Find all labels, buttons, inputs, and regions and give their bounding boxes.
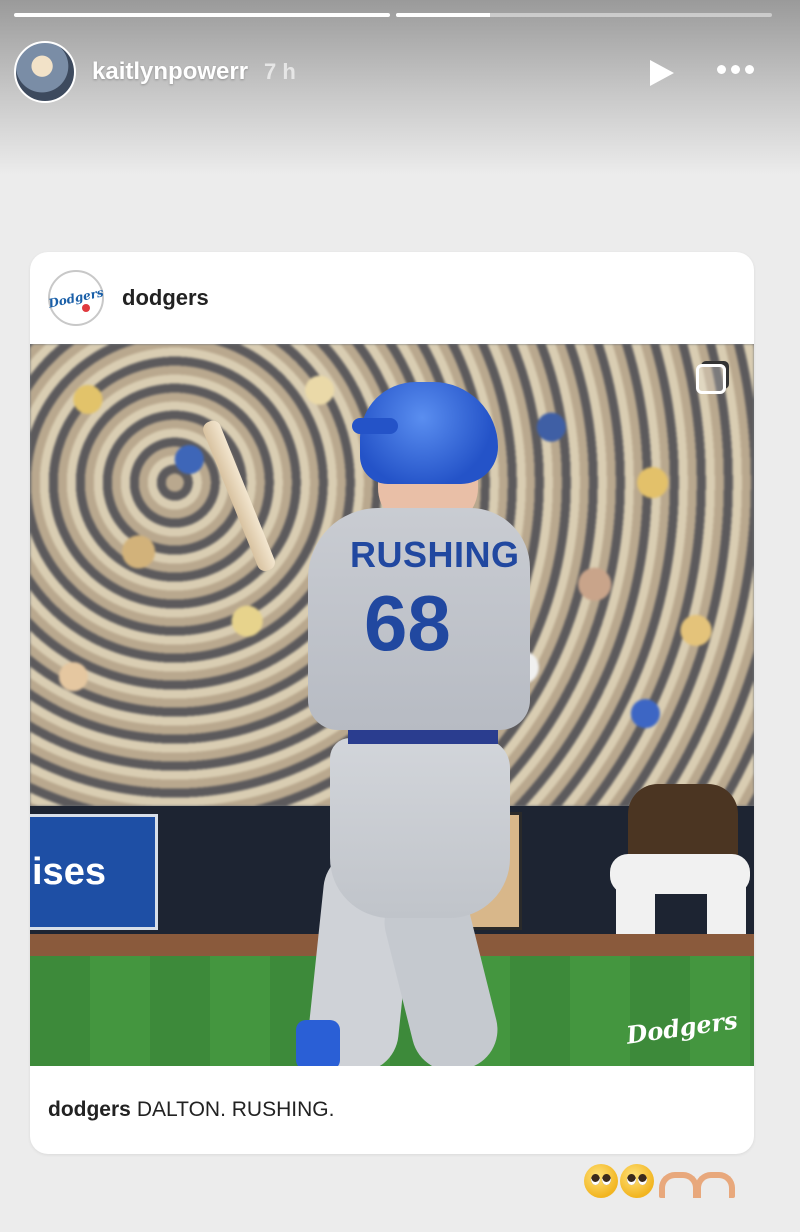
pleading-face-icon (620, 1164, 654, 1198)
post-photo[interactable]: ises RUSHING 68 Dodgers (30, 344, 754, 1066)
jersey: RUSHING 68 (308, 508, 530, 730)
jersey-number: 68 (364, 579, 451, 667)
logo-text: Dodgers (47, 285, 105, 311)
post-header: Dodgers dodgers (30, 252, 754, 344)
multiple-images-icon (696, 364, 726, 394)
batter: RUSHING 68 (200, 380, 530, 1066)
sponsor-banner-text: ises (32, 850, 106, 893)
dodgers-logo-avatar[interactable]: Dodgers (47, 270, 105, 326)
shared-post-card[interactable]: Dodgers dodgers ises RUSHING 68 Dodgers … (30, 252, 754, 1154)
story-header: kaitlynpowerr 7 h (14, 40, 786, 104)
heart-hands-icon (692, 1164, 735, 1198)
story-username[interactable]: kaitlynpowerr (92, 58, 248, 86)
sponsor-banner: ises (30, 814, 158, 930)
caption-text: DALTON. RUSHING. (136, 1098, 335, 1121)
post-caption: dodgers DALTON. RUSHING. (30, 1066, 754, 1154)
batting-helmet (352, 382, 498, 484)
avatar[interactable] (14, 41, 76, 103)
more-options-icon[interactable] (717, 65, 754, 74)
heart-hands-icon (656, 1164, 699, 1198)
baseball-icon (82, 304, 90, 312)
play-icon[interactable] (650, 60, 674, 86)
story-progress-bar-2 (396, 13, 772, 17)
dugout-player (610, 774, 750, 954)
jersey-name: RUSHING (350, 534, 520, 575)
reaction-stickers (584, 1164, 735, 1198)
caption-username[interactable]: dodgers (48, 1098, 131, 1122)
post-username[interactable]: dodgers (122, 285, 209, 311)
story-timestamp: 7 h (264, 59, 296, 84)
cleat (296, 1020, 340, 1066)
pleading-face-icon (584, 1164, 618, 1198)
story-progress-bar-1 (14, 13, 390, 17)
